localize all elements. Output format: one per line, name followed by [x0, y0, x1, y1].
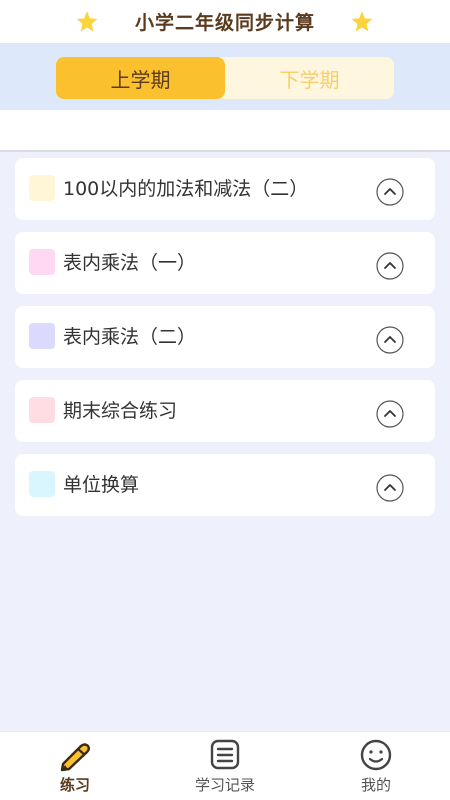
bottom-navigation: 练习 学习记录 我的 [0, 731, 450, 800]
smiley-icon [360, 739, 392, 771]
nav-practice-label: 练习 [59, 776, 90, 794]
star-icon [76, 11, 98, 32]
chevron-up-icon[interactable] [376, 252, 404, 280]
unit-color-swatch [29, 397, 55, 423]
unit-card[interactable]: 期末综合练习 [15, 380, 435, 442]
tab-second-semester[interactable]: 下学期 [225, 57, 394, 99]
unit-label: 表内乘法（一） [63, 252, 197, 274]
unit-color-swatch [29, 323, 55, 349]
chevron-up-icon[interactable] [376, 326, 404, 354]
nav-mine[interactable]: 我的 [326, 738, 426, 798]
chevron-up-icon[interactable] [376, 474, 404, 502]
unit-card[interactable]: 单位换算 [15, 454, 435, 516]
tab-first-semester[interactable]: 上学期 [56, 57, 225, 99]
semester-segment: 上学期 下学期 [56, 57, 394, 99]
page-title: 小学二年级同步计算 [134, 12, 315, 34]
pencil-icon [60, 743, 90, 772]
semester-tabbar: 上学期 下学期 [0, 44, 450, 110]
app-header: 小学二年级同步计算 [0, 0, 450, 44]
unit-label: 期末综合练习 [63, 400, 178, 422]
nav-mine-label: 我的 [360, 776, 391, 794]
nav-practice[interactable]: 练习 [25, 738, 125, 798]
spacer-band [0, 110, 450, 152]
unit-label: 100以内的加法和减法（二） [63, 178, 309, 200]
unit-color-swatch [29, 175, 55, 201]
unit-card[interactable]: 100以内的加法和减法（二） [15, 158, 435, 220]
unit-label: 单位换算 [63, 474, 140, 496]
unit-card[interactable]: 表内乘法（二） [15, 306, 435, 368]
unit-color-swatch [29, 249, 55, 275]
unit-card[interactable]: 表内乘法（一） [15, 232, 435, 294]
nav-study-record[interactable]: 学习记录 [175, 738, 275, 798]
unit-label: 表内乘法（二） [63, 326, 197, 348]
nav-study-record-label: 学习记录 [194, 776, 255, 794]
star-icon [351, 11, 373, 32]
list-icon [210, 739, 240, 770]
unit-color-swatch [29, 471, 55, 497]
chevron-up-icon[interactable] [376, 178, 404, 206]
chevron-up-icon[interactable] [376, 400, 404, 428]
